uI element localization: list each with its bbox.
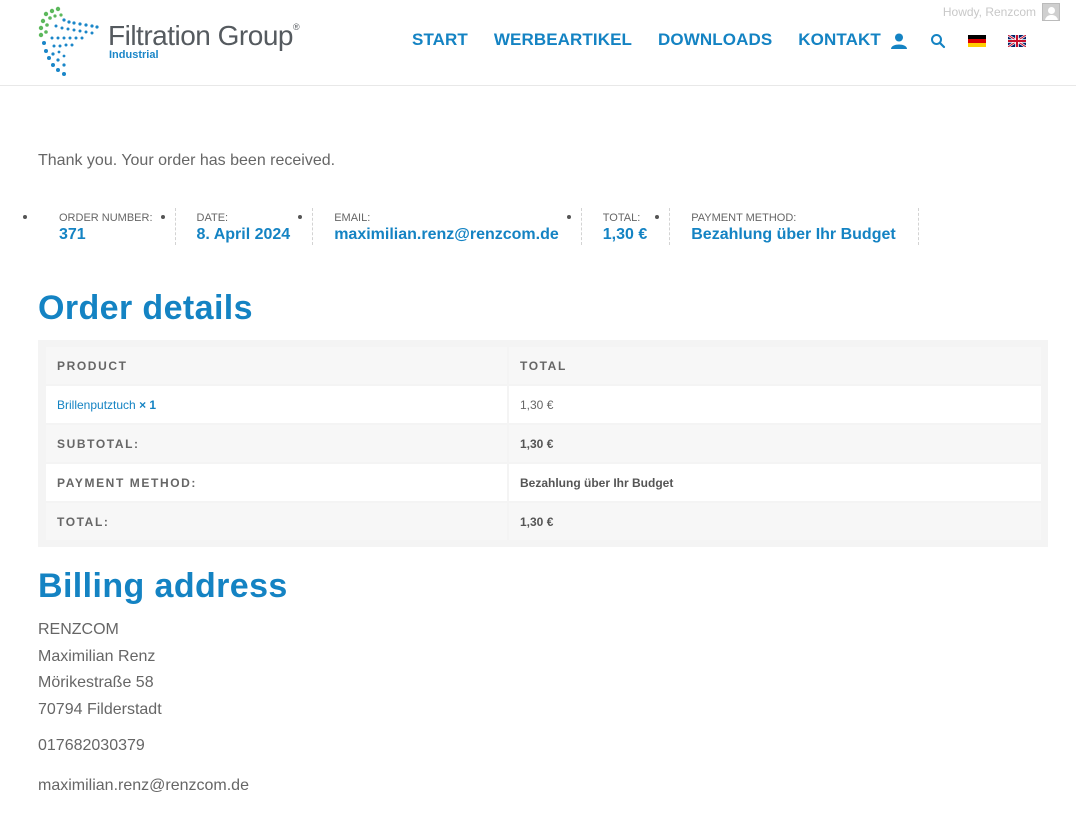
billing-name: Maximilian Renz: [38, 647, 156, 665]
user-account-icon[interactable]: [890, 32, 908, 50]
grand-total-value: 1,30 €: [509, 503, 1041, 540]
nav-item-kontakt[interactable]: KONTAKT: [798, 30, 881, 50]
table-row: TOTAL: 1,30 €: [46, 503, 1041, 540]
site-logo[interactable]: Filtration Group® Industrial: [36, 4, 336, 82]
product-link[interactable]: Brillenputztuch: [57, 398, 136, 412]
site-header: Filtration Group® Industrial START WERBE…: [0, 0, 1076, 86]
product-quantity: × 1: [139, 397, 157, 412]
admin-greeting: Howdy, Renzcom: [942, 5, 1036, 19]
nav-item-downloads[interactable]: DOWNLOADS: [658, 30, 772, 50]
total-value: 1,30 €: [602, 226, 648, 243]
brand-name: Filtration Group®: [108, 20, 300, 51]
avatar: [1042, 3, 1060, 21]
table-row: PAYMENT METHOD: Bezahlung über Ihr Budge…: [46, 464, 1041, 501]
billing-address: RENZCOM Maximilian Renz Mörikestraße 58 …: [38, 617, 162, 723]
order-details-table: PRODUCT TOTAL Brillenputztuch × 1 1,30 €…: [38, 340, 1048, 547]
payment-method-row-label: PAYMENT METHOD:: [46, 464, 507, 501]
product-total: 1,30 €: [509, 386, 1041, 423]
billing-street: Mörikestraße 58: [38, 674, 154, 691]
grand-total-label: TOTAL:: [46, 503, 507, 540]
date-value: 8. April 2024: [196, 226, 291, 243]
order-overview: ORDER NUMBER: 371 DATE: 8. April 2024 EM…: [38, 208, 919, 245]
overview-order-number: ORDER NUMBER: 371: [38, 208, 176, 245]
overview-payment-method: PAYMENT METHOD: Bezahlung über Ihr Budge…: [670, 208, 919, 245]
date-label: DATE:: [196, 212, 229, 224]
brand-subtitle: Industrial: [109, 49, 159, 61]
billing-email: maximilian.renz@renzcom.de: [38, 777, 249, 794]
table-row: SUBTOTAL: 1,30 €: [46, 425, 1041, 462]
column-header-total: TOTAL: [509, 347, 1041, 384]
email-label: EMAIL:: [334, 212, 371, 224]
search-icon[interactable]: [930, 33, 946, 49]
flag-uk-icon[interactable]: [1008, 35, 1026, 47]
overview-email: EMAIL: maximilian.renz@renzcom.de: [313, 208, 582, 245]
nav-item-werbeartikel[interactable]: WERBEARTIKEL: [494, 30, 632, 50]
payment-method-row-value: Bezahlung über Ihr Budget: [509, 464, 1041, 501]
payment-method-value: Bezahlung über Ihr Budget: [691, 226, 896, 243]
order-details-title: Order details: [38, 289, 253, 327]
table-row: Brillenputztuch × 1 1,30 €: [46, 386, 1041, 423]
subtotal-value: 1,30 €: [509, 425, 1041, 462]
total-label: TOTAL:: [602, 212, 641, 224]
table-header-row: PRODUCT TOTAL: [46, 347, 1041, 384]
payment-method-label: PAYMENT METHOD:: [691, 212, 797, 224]
column-header-product: PRODUCT: [46, 347, 507, 384]
billing-phone: 017682030379: [38, 737, 145, 754]
filtration-group-logo-mark: [38, 6, 99, 76]
subtotal-label: SUBTOTAL:: [46, 425, 507, 462]
product-cell: Brillenputztuch × 1: [46, 386, 507, 423]
billing-company: RENZCOM: [38, 621, 119, 638]
nav-icon-group: [890, 32, 1048, 50]
billing-address-title: Billing address: [38, 567, 288, 605]
admin-bar-account[interactable]: Howdy, Renzcom: [943, 3, 1060, 21]
overview-date: DATE: 8. April 2024: [176, 208, 314, 245]
email-value: maximilian.renz@renzcom.de: [334, 226, 559, 243]
order-number-value: 371: [59, 226, 86, 243]
billing-city: 70794 Filderstadt: [38, 700, 162, 718]
order-number-label: ORDER NUMBER:: [59, 212, 153, 224]
nav-item-start[interactable]: START: [412, 30, 468, 50]
flag-de-icon[interactable]: [968, 35, 986, 47]
main-navigation: START WERBEARTIKEL DOWNLOADS KONTAKT: [412, 30, 907, 50]
order-received-notice: Thank you. Your order has been received.: [38, 152, 336, 169]
